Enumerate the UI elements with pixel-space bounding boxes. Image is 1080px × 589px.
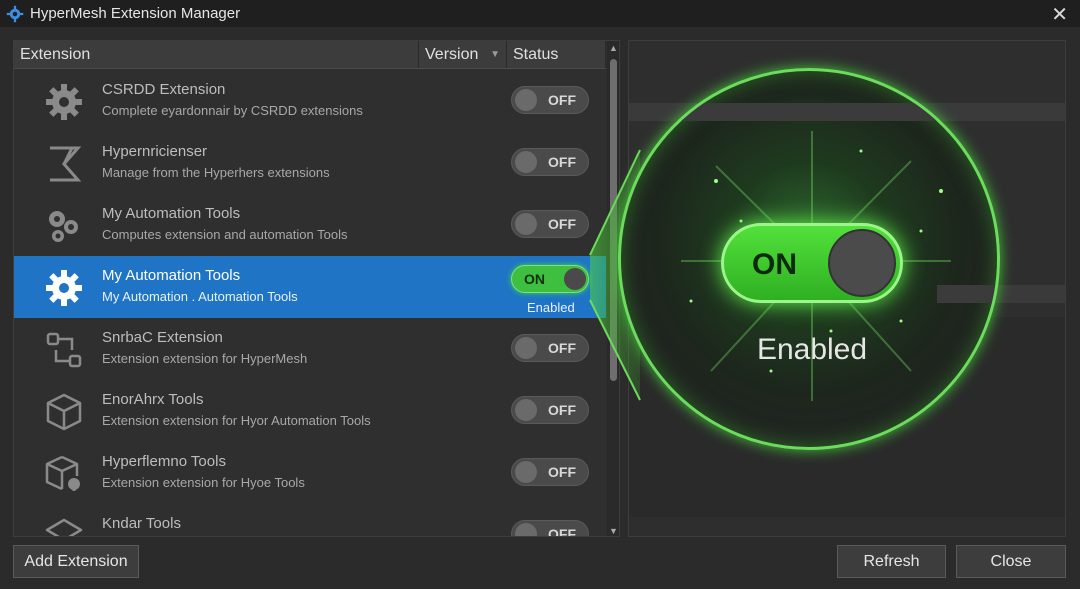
package-lock-icon [45, 455, 80, 491]
toggle-label: OFF [548, 92, 576, 108]
sigma-icon [50, 146, 82, 182]
extension-name: CSRDD Extension [102, 81, 226, 98]
column-header-extension[interactable]: Extension [14, 41, 419, 68]
toggle-label: OFF [548, 402, 576, 418]
toggle-label: OFF [548, 154, 576, 170]
workflow-icon [46, 332, 82, 368]
add-extension-button[interactable]: Add Extension [13, 545, 139, 578]
column-label-status: Status [513, 45, 559, 63]
status-toggle[interactable]: OFF [511, 458, 589, 486]
status-toggle[interactable]: ON [511, 265, 589, 293]
extension-name: My Automation Tools [102, 267, 241, 284]
list-item[interactable]: EnorAhrx Tools Extension extension for H… [14, 380, 606, 442]
list-item[interactable]: Kndar Tools OFF [14, 504, 606, 537]
extension-name: My Automation Tools [102, 205, 241, 222]
window-close-icon[interactable]: ✕ [1051, 2, 1068, 27]
toggle-label: ON [524, 271, 545, 287]
large-toggle-knob [828, 229, 896, 297]
scroll-thumb[interactable] [610, 59, 617, 381]
toggle-label: OFF [548, 340, 576, 356]
column-label-extension: Extension [20, 45, 91, 63]
gear-icon [46, 270, 82, 306]
toggle-knob [515, 151, 537, 173]
extension-description: Extension extension for Hyoe Tools [102, 475, 305, 490]
status-toggle[interactable]: OFF [511, 334, 589, 362]
extension-description: Computes extension and automation Tools [102, 227, 348, 242]
status-toggle[interactable]: OFF [511, 86, 589, 114]
extension-name: SnrbaC Extension [102, 329, 223, 346]
toggle-label: OFF [548, 216, 576, 232]
list-item[interactable]: CSRDD Extension Complete eyardonnair by … [14, 70, 606, 132]
status-toggle[interactable]: OFF [511, 396, 589, 424]
large-enabled-label: Enabled [756, 333, 868, 366]
column-label-version: Version [425, 45, 479, 63]
scroll-up-icon[interactable]: ▲ [609, 43, 618, 53]
extension-name: Hyperflemno Tools [102, 453, 226, 470]
extension-rows: CSRDD Extension Complete eyardonnair by … [14, 70, 606, 537]
list-header: Extension Version ▼ Status [14, 41, 606, 69]
extension-name: EnorAhrx Tools [102, 391, 204, 408]
toggle-knob [515, 461, 537, 483]
gear-icon [6, 5, 24, 22]
column-header-version[interactable]: Version ▼ [419, 41, 507, 68]
scroll-down-icon[interactable]: ▼ [609, 526, 618, 536]
list-item[interactable]: SnrbaC Extension Extension extension for… [14, 318, 606, 380]
close-button[interactable]: Close [956, 545, 1066, 578]
toggle-knob [515, 213, 537, 235]
extension-name: Kndar Tools [102, 515, 181, 532]
box-icon [45, 518, 83, 536]
toggle-label: OFF [548, 526, 576, 537]
large-on-toggle: ON [721, 223, 903, 303]
list-item[interactable]: Hypernricienser Manage from the Hyperher… [14, 132, 606, 194]
toggle-label: OFF [548, 464, 576, 480]
sort-down-icon: ▼ [490, 49, 500, 60]
status-toggle[interactable]: OFF [511, 148, 589, 176]
window-title: HyperMesh Extension Manager [30, 5, 241, 22]
extension-description: Manage from the Hyperhers extensions [102, 165, 330, 180]
toggle-knob [515, 89, 537, 111]
toggle-knob [515, 337, 537, 359]
extension-name: Hypernricienser [102, 143, 208, 160]
magnified-toggle-callout: ON Enabled [618, 68, 1000, 450]
toggle-knob [515, 523, 537, 536]
column-header-status[interactable]: Status [507, 41, 606, 68]
vertical-scrollbar[interactable]: ▲ ▼ [607, 41, 619, 536]
status-toggle[interactable]: OFF [511, 520, 589, 537]
cube-icon [46, 393, 82, 431]
extension-description: Extension extension for HyperMesh [102, 351, 308, 366]
gears-icon [49, 211, 78, 242]
extension-list: Extension Version ▼ Status CSRDD Extensi… [13, 40, 620, 537]
extension-description: Complete eyardonnair by CSRDD extensions [102, 103, 363, 118]
title-bar: HyperMesh Extension Manager ✕ [0, 0, 1080, 27]
large-toggle-label: ON [752, 248, 797, 281]
enabled-label: Enabled [527, 300, 575, 315]
status-toggle[interactable]: OFF [511, 210, 589, 238]
toggle-knob [564, 268, 586, 290]
list-item-selected[interactable]: My Automation Tools My Automation . Auto… [14, 256, 606, 318]
extension-description: My Automation . Automation Tools [102, 289, 298, 304]
refresh-button[interactable]: Refresh [837, 545, 946, 578]
list-item[interactable]: My Automation Tools Computes extension a… [14, 194, 606, 256]
toggle-knob [515, 399, 537, 421]
gear-icon [46, 84, 82, 120]
list-item[interactable]: Hyperflemno Tools Extension extension fo… [14, 442, 606, 504]
extension-description: Extension extension for Hyor Automation … [102, 413, 371, 428]
